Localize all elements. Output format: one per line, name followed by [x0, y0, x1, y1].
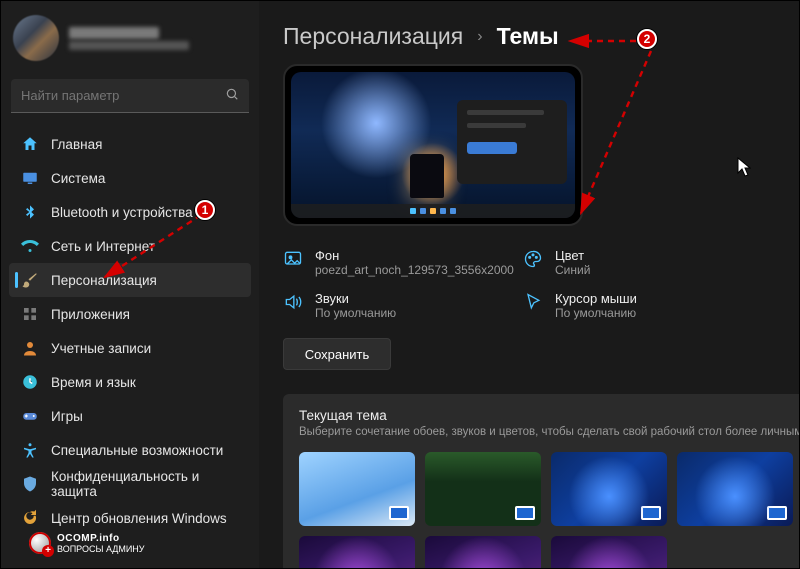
theme-thumbnail[interactable]: [425, 536, 541, 568]
sidebar-item-accounts[interactable]: Учетные записи: [9, 331, 251, 365]
wifi-icon: [21, 237, 39, 255]
watermark: OCOMP.info ВОПРОСЫ АДМИНУ: [29, 532, 145, 554]
shield-icon: [21, 475, 39, 493]
sidebar-item-time[interactable]: Время и язык: [9, 365, 251, 399]
search-box[interactable]: [11, 79, 249, 113]
prop-background[interactable]: Фон poezd_art_noch_129573_3556x2000: [283, 248, 523, 277]
section-title: Текущая тема: [299, 408, 799, 423]
chevron-right-icon: ›: [477, 28, 482, 46]
sidebar-item-home[interactable]: Главная: [9, 127, 251, 161]
sidebar-item-personalization[interactable]: Персонализация: [9, 263, 251, 297]
prop-value: poezd_art_noch_129573_3556x2000: [315, 263, 514, 277]
sidebar-item-accessibility[interactable]: Специальные возможности: [9, 433, 251, 467]
watermark-brand: OCOMP.info: [57, 533, 120, 544]
sidebar-item-update[interactable]: Центр обновления Windows: [9, 501, 251, 535]
brush-icon: [21, 271, 39, 289]
theme-thumbnail[interactable]: [425, 452, 541, 526]
prop-color[interactable]: Цвет Синий: [523, 248, 763, 277]
palette-icon: [523, 249, 543, 269]
gamepad-icon: [21, 407, 39, 425]
annotation-badge-1: 1: [195, 200, 215, 220]
profile-text: [69, 27, 189, 50]
user-icon: [21, 339, 39, 357]
sidebar-item-gaming[interactable]: Игры: [9, 399, 251, 433]
accessibility-icon: [21, 441, 39, 459]
sidebar-item-apps[interactable]: Приложения: [9, 297, 251, 331]
breadcrumb-parent[interactable]: Персонализация: [283, 23, 463, 50]
prop-value: По умолчанию: [555, 306, 637, 320]
search-input[interactable]: [21, 88, 225, 103]
sidebar-item-label: Главная: [51, 137, 102, 152]
theme-thumbnail[interactable]: [299, 536, 415, 568]
theme-thumbnail[interactable]: [677, 452, 793, 526]
prop-sounds[interactable]: Звуки По умолчанию: [283, 291, 523, 320]
home-icon: [21, 135, 39, 153]
sidebar-item-label: Конфиденциальность и защита: [51, 469, 239, 499]
watermark-sub: ВОПРОСЫ АДМИНУ: [57, 544, 145, 554]
update-icon: [21, 509, 39, 527]
sidebar-item-network[interactable]: Сеть и Интернет: [9, 229, 251, 263]
theme-thumbnail[interactable]: [299, 452, 415, 526]
image-icon: [283, 249, 303, 269]
sidebar-item-label: Учетные записи: [51, 341, 151, 356]
prop-value: Синий: [555, 263, 590, 277]
prop-cursor[interactable]: Курсор мыши По умолчанию: [523, 291, 763, 320]
sidebar-item-label: Персонализация: [51, 273, 157, 288]
breadcrumb: Персонализация › Темы: [283, 23, 799, 50]
sidebar-item-label: Центр обновления Windows: [51, 511, 227, 526]
cursor-icon: [523, 292, 543, 312]
annotation-badge-2: 2: [637, 29, 657, 49]
prop-label: Цвет: [555, 248, 590, 263]
system-icon: [21, 169, 39, 187]
section-subtitle: Выберите сочетание обоев, звуков и цвето…: [299, 426, 799, 438]
apps-icon: [21, 305, 39, 323]
sidebar-item-system[interactable]: Система: [9, 161, 251, 195]
theme-thumbnail[interactable]: [551, 452, 667, 526]
watermark-logo-icon: [29, 532, 51, 554]
prop-label: Курсор мыши: [555, 291, 637, 306]
avatar: [13, 15, 59, 61]
sidebar-item-label: Специальные возможности: [51, 443, 223, 458]
theme-preview: [283, 64, 583, 226]
sidebar-item-label: Сеть и Интернет: [51, 239, 155, 254]
prop-label: Звуки: [315, 291, 396, 306]
theme-thumbnails-row1: [299, 452, 799, 526]
breadcrumb-current: Темы: [497, 23, 559, 50]
nav: Главная Система Bluetooth и устройства С…: [5, 127, 255, 535]
theme-thumbnail[interactable]: [551, 536, 667, 568]
sound-icon: [283, 292, 303, 312]
sidebar-item-label: Время и язык: [51, 375, 136, 390]
clock-icon: [21, 373, 39, 391]
sidebar-item-label: Система: [51, 171, 105, 186]
prop-value: По умолчанию: [315, 306, 396, 320]
current-theme-section[interactable]: Текущая тема Выберите сочетание обоев, з…: [283, 394, 799, 568]
theme-thumbnails-row2: [299, 536, 799, 568]
sidebar: Главная Система Bluetooth и устройства С…: [1, 1, 259, 568]
theme-properties: Фон poezd_art_noch_129573_3556x2000 Цвет…: [283, 248, 799, 320]
sidebar-item-privacy[interactable]: Конфиденциальность и защита: [9, 467, 251, 501]
sidebar-item-label: Приложения: [51, 307, 130, 322]
save-button[interactable]: Сохранить: [283, 338, 391, 370]
sidebar-item-label: Bluetooth и устройства: [51, 205, 193, 220]
bluetooth-icon: [21, 203, 39, 221]
prop-label: Фон: [315, 248, 514, 263]
main-content: Персонализация › Темы Фон poezd_art_noch…: [259, 1, 799, 568]
profile-block[interactable]: [13, 15, 247, 61]
sidebar-item-label: Игры: [51, 409, 83, 424]
search-icon: [225, 87, 239, 104]
